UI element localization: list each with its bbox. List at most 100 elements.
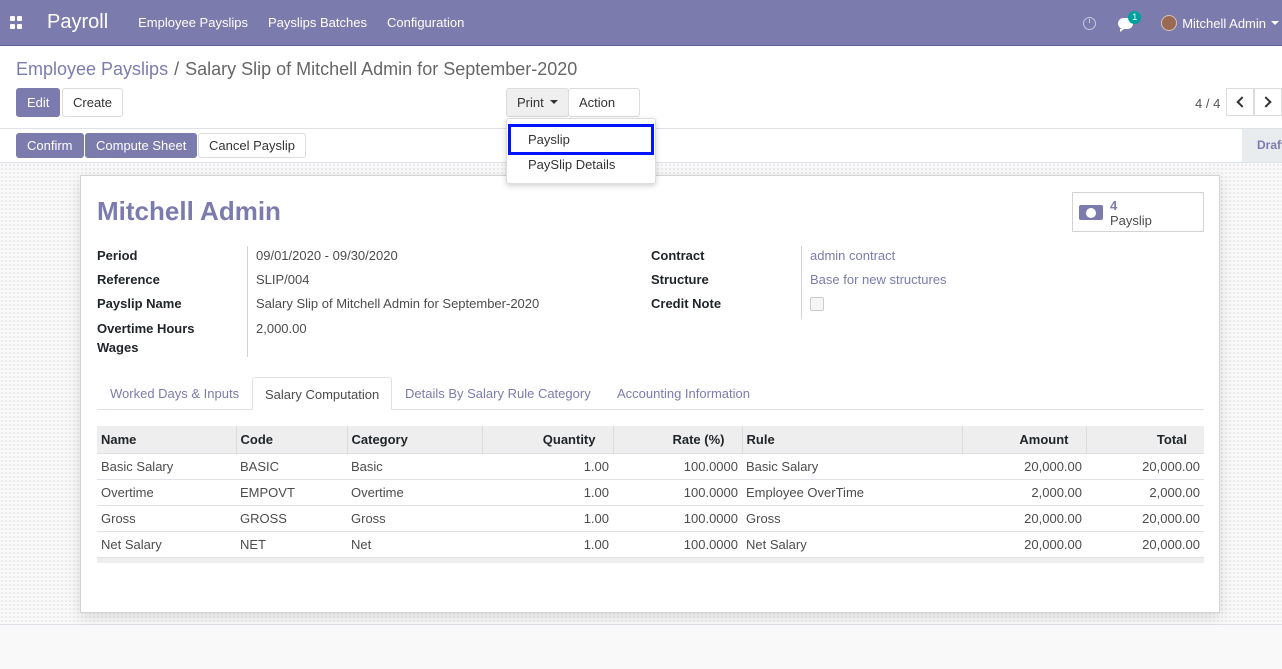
pager-value[interactable]: 4 / 4 — [1195, 96, 1220, 111]
column-header-amount[interactable]: Amount — [961, 426, 1086, 453]
cell-rate: 100.0000 — [613, 478, 742, 505]
cell-amount: 2,000.00 — [962, 478, 1086, 505]
cancel-payslip-button[interactable]: Cancel Payslip — [198, 133, 306, 158]
overtime-wages-value: 2,000.00 — [256, 321, 307, 336]
navbar-systray: 1 Mitchell Admin — [1083, 0, 1282, 46]
column-header-rule[interactable]: Rule — [741, 426, 962, 453]
avatar[interactable] — [1161, 15, 1178, 31]
cell-amount: 20,000.00 — [962, 530, 1086, 557]
cell-rule: Gross — [742, 504, 962, 531]
contract-link[interactable]: admin contract — [810, 248, 895, 263]
print-dropdown-button[interactable]: Print — [506, 88, 569, 117]
activity-clock-icon[interactable] — [1083, 16, 1097, 30]
credit-note-checkbox[interactable] — [810, 297, 824, 311]
tab-worked-days-inputs[interactable]: Worked Days & Inputs — [98, 377, 251, 410]
cell-name: Basic Salary — [97, 452, 236, 479]
breadcrumb-parent[interactable]: Employee Payslips — [16, 59, 168, 79]
app-brand[interactable]: Payroll — [47, 11, 108, 34]
table-footer — [97, 556, 1204, 563]
cell-rule: Net Salary — [742, 530, 962, 557]
overtime-hours-label: Overtime Hours — [97, 321, 195, 336]
breadcrumb-current: Salary Slip of Mitchell Admin for Septem… — [185, 59, 578, 79]
cell-total: 20,000.00 — [1086, 452, 1204, 479]
cell-total: 2,000.00 — [1086, 478, 1204, 505]
create-button[interactable]: Create — [62, 88, 124, 117]
compute-sheet-button[interactable]: Compute Sheet — [85, 133, 198, 158]
table-row[interactable]: Net Salary NET Net 1.00 100.0000 Net Sal… — [97, 530, 1204, 557]
form-sheet: Mitchell Admin 4 Payslip Period 09/01/20… — [80, 175, 1220, 613]
column-header-name[interactable]: Name — [97, 426, 236, 453]
cell-category: Net — [347, 530, 482, 557]
table-row[interactable]: Overtime EMPOVT Overtime 1.00 100.0000 E… — [97, 478, 1204, 505]
menu-payslips-batches[interactable]: Payslips Batches — [268, 15, 367, 30]
menu-item-payslip-details[interactable]: PaySlip Details — [507, 152, 655, 177]
user-menu-name[interactable]: Mitchell Admin — [1182, 16, 1266, 31]
cell-quantity: 1.00 — [482, 452, 613, 479]
action-dropdown-button[interactable]: Action — [568, 88, 640, 131]
field-divider — [801, 246, 802, 319]
column-header-code[interactable]: Code — [235, 426, 347, 453]
chevron-down-icon — [549, 99, 558, 104]
messaging-menu[interactable]: 1 — [1118, 10, 1142, 32]
cell-total: 20,000.00 — [1086, 504, 1204, 531]
reference-label: Reference — [97, 272, 160, 287]
cell-name: Overtime — [97, 478, 236, 505]
apps-menu-icon[interactable] — [10, 15, 24, 30]
cell-code: GROSS — [236, 504, 347, 531]
chat-count-badge: 1 — [1128, 10, 1142, 24]
top-navbar: Payroll Employee Payslips Payslips Batch… — [0, 0, 1282, 46]
salary-computation-table: Name Code Category Quantity Rate (%) Rul… — [97, 426, 1204, 563]
edit-button[interactable]: Edit — [16, 88, 61, 117]
cell-quantity: 1.00 — [482, 478, 613, 505]
cell-category: Basic — [347, 452, 482, 479]
confirm-button[interactable]: Confirm — [16, 133, 84, 158]
menu-item-payslip[interactable]: Payslip — [507, 127, 655, 152]
table-row[interactable]: Basic Salary BASIC Basic 1.00 100.0000 B… — [97, 452, 1204, 479]
cell-category: Overtime — [347, 478, 482, 505]
payslip-count-value: 4 — [1110, 198, 1118, 213]
cell-quantity: 1.00 — [482, 504, 613, 531]
contract-label: Contract — [651, 248, 705, 263]
payslip-name-value: Salary Slip of Mitchell Admin for Septem… — [256, 296, 540, 311]
cell-rule: Basic Salary — [742, 452, 962, 479]
print-dropdown-menu: Payslip PaySlip Details — [506, 118, 656, 184]
column-header-rate[interactable]: Rate (%) — [612, 426, 742, 453]
cell-rate: 100.0000 — [613, 530, 742, 557]
payslip-count-button[interactable]: 4 Payslip — [1072, 192, 1204, 232]
tab-accounting-information[interactable]: Accounting Information — [605, 377, 762, 410]
money-icon — [1079, 205, 1103, 220]
cell-category: Gross — [347, 504, 482, 531]
column-header-total[interactable]: Total — [1085, 426, 1204, 453]
status-stage-draft[interactable]: Draft — [1242, 129, 1282, 162]
cell-code: EMPOVT — [236, 478, 347, 505]
wages-label: Wages — [97, 340, 139, 355]
pager-previous-button[interactable] — [1226, 88, 1254, 116]
tab-details-by-salary-rule-category[interactable]: Details By Salary Rule Category — [393, 377, 603, 410]
table-footer-row — [97, 556, 1204, 563]
cell-quantity: 1.00 — [482, 530, 613, 557]
breadcrumb-separator: / — [174, 59, 180, 79]
menu-employee-payslips[interactable]: Employee Payslips — [138, 15, 248, 30]
pager-next-button[interactable] — [1254, 88, 1282, 116]
table-header-row: Name Code Category Quantity Rate (%) Rul… — [97, 426, 1204, 453]
breadcrumb: Employee Payslips / Salary Slip of Mitchel… — [16, 59, 577, 80]
tab-salary-computation[interactable]: Salary Computation — [252, 377, 393, 410]
table-row[interactable]: Gross GROSS Gross 1.00 100.0000 Gross 20… — [97, 504, 1204, 531]
credit-note-label: Credit Note — [651, 296, 722, 311]
chevron-down-icon[interactable] — [1271, 21, 1279, 25]
cell-amount: 20,000.00 — [962, 452, 1086, 479]
menu-configuration[interactable]: Configuration — [387, 15, 464, 30]
chevron-left-icon — [1236, 96, 1248, 108]
cell-rule: Employee OverTime — [742, 478, 962, 505]
reference-value: SLIP/004 — [256, 272, 310, 287]
payslip-count-label: Payslip — [1110, 213, 1152, 228]
chevron-right-icon — [1260, 96, 1272, 108]
period-value: 09/01/2020 - 09/30/2020 — [256, 248, 398, 263]
column-header-category[interactable]: Category — [346, 426, 482, 453]
structure-label: Structure — [651, 272, 709, 287]
column-header-quantity[interactable]: Quantity — [481, 426, 613, 453]
cell-code: BASIC — [236, 452, 347, 479]
cell-name: Gross — [97, 504, 236, 531]
cell-rate: 100.0000 — [613, 452, 742, 479]
structure-link[interactable]: Base for new structures — [810, 272, 947, 287]
